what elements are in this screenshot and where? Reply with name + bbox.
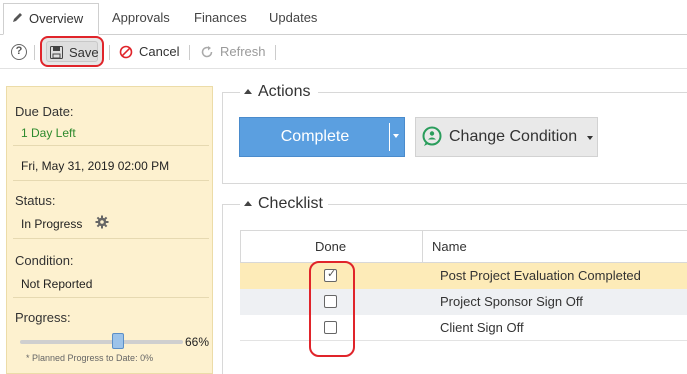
change-condition-button[interactable]: Change Condition <box>415 117 598 157</box>
details-panel: Due Date: 1 Day Left Fri, May 31, 2019 0… <box>6 86 213 374</box>
pencil-icon <box>12 4 24 34</box>
cancel-button[interactable]: Cancel <box>139 44 179 59</box>
cancel-icon[interactable] <box>119 45 133 62</box>
help-icon[interactable]: ? <box>11 44 27 60</box>
checklist-title: Checklist <box>258 195 323 212</box>
section-border <box>222 204 223 374</box>
progress-slider-track[interactable] <box>20 340 183 344</box>
planned-progress-note: * Planned Progress to Date: 0% <box>26 353 154 363</box>
split-divider <box>389 123 390 151</box>
status-label: Status: <box>15 193 56 208</box>
section-border <box>222 92 223 184</box>
actions-title: Actions <box>258 83 311 100</box>
condition-value: Not Reported <box>21 277 93 291</box>
toolbar-divider <box>109 45 110 60</box>
section-border <box>222 92 240 93</box>
section-border <box>222 183 687 184</box>
save-icon <box>50 46 63 62</box>
complete-label: Complete <box>280 128 350 145</box>
column-header-name[interactable]: Name <box>432 239 467 254</box>
checklist-item-name: Project Sponsor Sign Off <box>440 294 583 309</box>
checklist-row[interactable]: ✓ Post Project Evaluation Completed <box>240 263 687 289</box>
collapse-actions-icon[interactable] <box>244 89 252 94</box>
column-divider <box>422 231 423 263</box>
toolbar-divider <box>34 45 35 60</box>
column-header-done[interactable]: Done <box>315 239 346 254</box>
section-border <box>328 204 687 205</box>
progress-value: 66% <box>185 335 210 349</box>
condition-label: Condition: <box>15 253 74 268</box>
status-value: In Progress <box>21 217 83 231</box>
tab-approvals[interactable]: Approvals <box>112 3 170 35</box>
collapse-checklist-icon[interactable] <box>244 201 252 206</box>
due-date-label: Due Date: <box>15 104 74 119</box>
due-datetime: Fri, May 31, 2019 02:00 PM <box>21 159 170 173</box>
progress-label: Progress: <box>15 310 71 325</box>
checklist-item-name: Post Project Evaluation Completed <box>440 268 641 283</box>
progress-slider-handle[interactable] <box>112 333 124 349</box>
divider <box>13 145 209 146</box>
toolbar-divider <box>189 45 190 60</box>
gear-icon[interactable] <box>95 215 109 232</box>
refresh-icon[interactable] <box>200 45 214 62</box>
tab-updates-label: Updates <box>269 10 318 25</box>
refresh-button[interactable]: Refresh <box>220 44 266 59</box>
tab-overview[interactable]: Overview <box>3 3 99 35</box>
checklist-item-name: Client Sign Off <box>440 320 524 335</box>
save-label: Save <box>69 45 99 60</box>
chevron-down-icon[interactable] <box>587 136 593 140</box>
checklist-row[interactable]: Project Sponsor Sign Off <box>240 289 687 315</box>
divider <box>13 180 209 181</box>
change-condition-label: Change Condition <box>449 128 578 145</box>
condition-chat-icon <box>421 126 443 151</box>
tab-overview-label: Overview <box>29 11 84 26</box>
save-button[interactable]: Save <box>40 36 104 67</box>
complete-button[interactable]: Complete <box>239 117 405 157</box>
tab-updates[interactable]: Updates <box>269 3 317 35</box>
highlight-annotation <box>309 261 355 357</box>
tab-finances[interactable]: Finances <box>194 3 247 35</box>
tab-approvals-label: Approvals <box>112 10 170 25</box>
tab-finances-label: Finances <box>194 10 247 25</box>
section-border <box>222 204 240 205</box>
divider <box>13 238 209 239</box>
toolbar-divider <box>275 45 276 60</box>
section-border <box>318 92 687 93</box>
toolbar: ? Save Cancel Refresh <box>0 35 687 69</box>
tab-bar: Overview Approvals Finances Updates <box>0 0 687 35</box>
chevron-down-icon[interactable] <box>393 134 399 138</box>
due-remaining: 1 Day Left <box>21 126 76 140</box>
divider <box>13 297 209 298</box>
checklist-row[interactable]: Client Sign Off <box>240 315 687 341</box>
